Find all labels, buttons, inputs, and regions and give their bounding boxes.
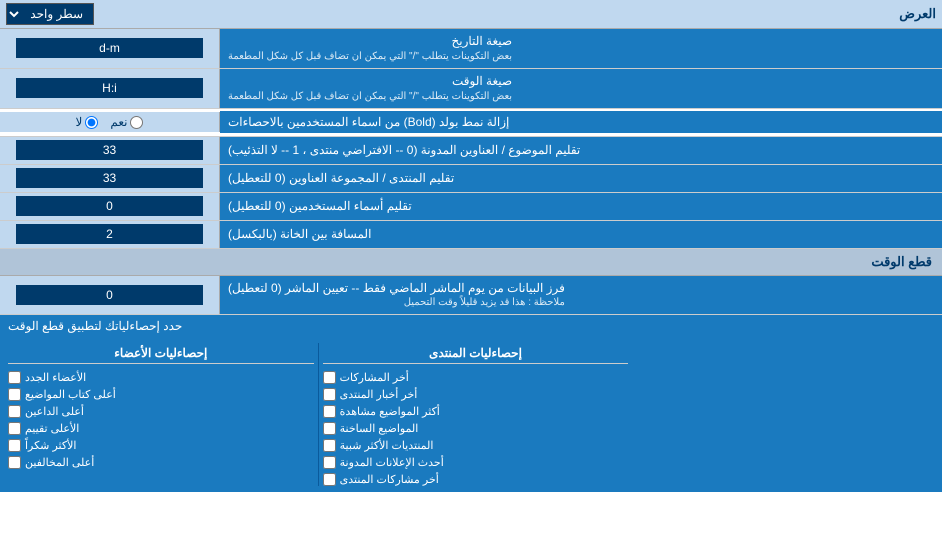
date-format-input[interactable] bbox=[16, 38, 202, 58]
checkbox-item-0-1: أخر أخبار المنتدى bbox=[323, 388, 629, 401]
checkbox-forum-5[interactable] bbox=[323, 456, 336, 469]
time-format-input[interactable] bbox=[16, 78, 202, 98]
date-format-row: صيغة التاريخ بعض التكوينات يتطلب "/" الت… bbox=[0, 29, 942, 69]
checkbox-item-0-0: أخر المشاركات bbox=[323, 371, 629, 384]
checkbox-item-0-5: أحدث الإعلانات المدونة bbox=[323, 456, 629, 469]
checkbox-item-1-4: الأكثر شكراً bbox=[8, 439, 314, 452]
cutoff-row: فرز البيانات من يوم الماشر الماضي فقط --… bbox=[0, 276, 942, 316]
sort-users-input-area bbox=[0, 193, 220, 220]
sort-users-input[interactable] bbox=[16, 196, 202, 216]
apply-label: حدد إحصاءلياتك لتطبيق قطع الوقت bbox=[8, 319, 182, 333]
apply-row: حدد إحصاءلياتك لتطبيق قطع الوقت bbox=[0, 315, 942, 337]
checkbox-item-0-6: أخر مشاركات المنتدى bbox=[323, 473, 629, 486]
spacing-input[interactable] bbox=[16, 224, 202, 244]
checkbox-member-4[interactable] bbox=[8, 439, 21, 452]
sort-forum-label: تقليم المنتدى / المجموعة العناوين (0 للت… bbox=[220, 165, 942, 192]
checkbox-item-1-0: الأعضاء الجدد bbox=[8, 371, 314, 384]
sort-forum-input[interactable] bbox=[16, 168, 202, 188]
time-format-label: صيغة الوقت بعض التكوينات يتطلب "/" التي … bbox=[220, 69, 942, 108]
sort-subjects-input-area bbox=[0, 137, 220, 164]
checkbox-forum-6[interactable] bbox=[323, 473, 336, 486]
remove-bold-row: إزالة نمط بولد (Bold) من اسماء المستخدمي… bbox=[0, 109, 942, 137]
checkbox-item-0-4: المنتديات الأكثر شبية bbox=[323, 439, 629, 452]
time-format-row: صيغة الوقت بعض التكوينات يتطلب "/" التي … bbox=[0, 69, 942, 109]
checkbox-member-5[interactable] bbox=[8, 456, 21, 469]
checkbox-item-1-3: الأعلى تقييم bbox=[8, 422, 314, 435]
col-divider bbox=[318, 343, 319, 486]
remove-bold-options: نعم لا bbox=[0, 112, 220, 132]
top-row-label: العرض bbox=[899, 6, 936, 22]
spacing-input-area bbox=[0, 221, 220, 248]
date-format-input-area bbox=[0, 29, 220, 68]
sort-forum-input-area bbox=[0, 165, 220, 192]
remove-bold-label: إزالة نمط بولد (Bold) من اسماء المستخدمي… bbox=[220, 111, 942, 133]
cutoff-label: فرز البيانات من يوم الماشر الماضي فقط --… bbox=[220, 276, 942, 315]
checkbox-member-0[interactable] bbox=[8, 371, 21, 384]
checkbox-forum-1[interactable] bbox=[323, 388, 336, 401]
checkbox-forum-0[interactable] bbox=[323, 371, 336, 384]
main-container: العرض سطر واحدسطرينثلاثة أسطر صيغة التار… bbox=[0, 0, 942, 492]
radio-no[interactable] bbox=[85, 116, 98, 129]
members-stats-header: إحصاءليات الأعضاء bbox=[8, 343, 314, 364]
sort-users-row: تقليم أسماء المستخدمين (0 للتعطيل) bbox=[0, 193, 942, 221]
sort-subjects-label: تقليم الموضوع / العناوين المدونة (0 -- ا… bbox=[220, 137, 942, 164]
checkbox-forum-4[interactable] bbox=[323, 439, 336, 452]
checkbox-forum-2[interactable] bbox=[323, 405, 336, 418]
checkbox-item-0-2: أكثر المواضيع مشاهدة bbox=[323, 405, 629, 418]
empty-col bbox=[628, 343, 934, 486]
checkbox-item-0-3: المواضيع الساخنة bbox=[323, 422, 629, 435]
sort-subjects-row: تقليم الموضوع / العناوين المدونة (0 -- ا… bbox=[0, 137, 942, 165]
cutoff-input-area bbox=[0, 276, 220, 315]
checkboxes-section: إحصاءليات المنتدى أخر المشاركات أخر أخبا… bbox=[0, 337, 942, 492]
members-stats-col: إحصاءليات الأعضاء الأعضاء الجدد أعلى كتا… bbox=[8, 343, 314, 486]
forum-stats-col: إحصاءليات المنتدى أخر المشاركات أخر أخبا… bbox=[323, 343, 629, 486]
forum-stats-header: إحصاءليات المنتدى bbox=[323, 343, 629, 364]
top-row: العرض سطر واحدسطرينثلاثة أسطر bbox=[0, 0, 942, 29]
checkbox-forum-3[interactable] bbox=[323, 422, 336, 435]
spacing-row: المسافة بين الخانة (بالبكسل) bbox=[0, 221, 942, 249]
checkbox-item-1-2: أعلى الداعين bbox=[8, 405, 314, 418]
sort-subjects-input[interactable] bbox=[16, 140, 202, 160]
radio-yes[interactable] bbox=[130, 116, 143, 129]
checkbox-item-1-5: أعلى المخالفين bbox=[8, 456, 314, 469]
sort-forum-row: تقليم المنتدى / المجموعة العناوين (0 للت… bbox=[0, 165, 942, 193]
cutoff-input[interactable] bbox=[16, 285, 202, 305]
radio-no-label[interactable]: لا bbox=[76, 115, 99, 129]
checkbox-member-3[interactable] bbox=[8, 422, 21, 435]
display-mode-select[interactable]: سطر واحدسطرينثلاثة أسطر bbox=[6, 3, 94, 25]
date-format-label: صيغة التاريخ بعض التكوينات يتطلب "/" الت… bbox=[220, 29, 942, 68]
time-format-input-area bbox=[0, 69, 220, 108]
checkbox-item-1-1: أعلى كتاب المواضيع bbox=[8, 388, 314, 401]
checkboxes-columns: إحصاءليات المنتدى أخر المشاركات أخر أخبا… bbox=[8, 343, 934, 486]
spacing-label: المسافة بين الخانة (بالبكسل) bbox=[220, 221, 942, 248]
radio-yes-label[interactable]: نعم bbox=[110, 115, 143, 129]
sort-users-label: تقليم أسماء المستخدمين (0 للتعطيل) bbox=[220, 193, 942, 220]
checkbox-member-1[interactable] bbox=[8, 388, 21, 401]
cutoff-section-header: قطع الوقت bbox=[0, 249, 942, 276]
checkbox-member-2[interactable] bbox=[8, 405, 21, 418]
